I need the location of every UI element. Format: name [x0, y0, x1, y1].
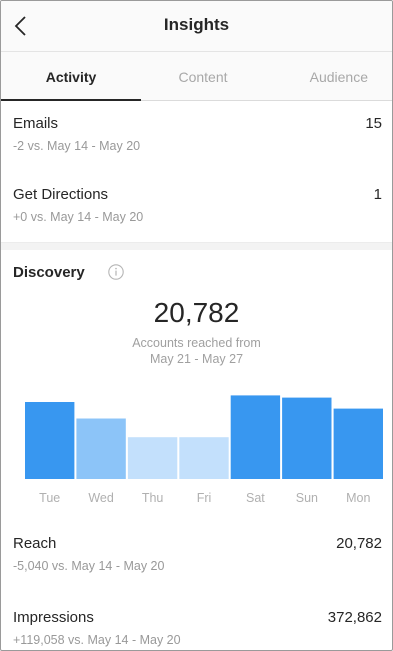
- page-title: Insights: [163, 15, 230, 34]
- bar-thu[interactable]: [127, 437, 178, 479]
- bar-sat[interactable]: [230, 395, 281, 479]
- x-tick-label: Sat: [246, 491, 265, 505]
- x-tick-label: Sun: [296, 491, 318, 505]
- metric-label: Reach: [13, 535, 57, 552]
- metric-label: Get Directions: [13, 186, 109, 203]
- metric-value: 20,782: [336, 535, 382, 552]
- metric-row-emails[interactable]: Emails 15 -2 vs. May 14 - May 20: [1, 115, 392, 165]
- insights-screen: Insights Activity Content Audience Email…: [0, 0, 393, 651]
- x-tick-label: Tue: [39, 491, 60, 505]
- metric-row-get-directions[interactable]: Get Directions 1 +0 vs. May 14 - May 20: [1, 186, 392, 236]
- tab-content[interactable]: Content: [141, 52, 265, 101]
- bar-wed[interactable]: [76, 418, 126, 480]
- metric-value: 372,862: [327, 609, 382, 626]
- metric-label: Impressions: [13, 609, 94, 626]
- tab-audience[interactable]: Audience: [265, 52, 392, 101]
- bar-sun[interactable]: [282, 397, 332, 479]
- metric-comparison: -5,040 vs. May 14 - May 20: [13, 559, 165, 573]
- header-bar: Insights: [1, 1, 392, 51]
- metric-value: 15: [365, 115, 382, 132]
- tab-activity[interactable]: Activity: [1, 52, 141, 101]
- bar-chart-svg: Tue Wed Thu Fri Sat Sun Mon: [25, 395, 383, 505]
- discovery-bar-chart: Tue Wed Thu Fri Sat Sun Mon: [25, 391, 385, 506]
- discovery-total: 20,782: [153, 297, 240, 328]
- discovery-title: Discovery: [13, 264, 85, 281]
- tab-bar: Activity Content Audience: [1, 51, 392, 101]
- section-divider: [1, 242, 392, 250]
- bar-fri[interactable]: [179, 437, 229, 479]
- x-tick-label: Fri: [197, 491, 212, 505]
- x-tick-label: Wed: [88, 491, 114, 505]
- metric-comparison: -2 vs. May 14 - May 20: [13, 139, 141, 153]
- bar-tue[interactable]: [25, 402, 75, 479]
- x-tick-label: Thu: [142, 491, 164, 505]
- metric-row-impressions[interactable]: Impressions 372,862 +119,058 vs. May 14 …: [1, 609, 392, 650]
- metric-value: 1: [373, 186, 382, 203]
- metric-row-reach[interactable]: Reach 20,782 -5,040 vs. May 14 - May 20: [1, 535, 392, 585]
- info-circle-icon[interactable]: [107, 263, 125, 281]
- active-tab-indicator: [1, 99, 141, 101]
- discovery-date-range: May 21 - May 27: [149, 352, 244, 366]
- metric-comparison: +0 vs. May 14 - May 20: [13, 210, 144, 224]
- x-tick-label: Mon: [346, 491, 370, 505]
- bar-mon[interactable]: [333, 408, 383, 479]
- metric-comparison: +119,058 vs. May 14 - May 20: [13, 633, 181, 647]
- metric-label: Emails: [13, 115, 59, 132]
- discovery-caption: Accounts reached from: [132, 336, 261, 350]
